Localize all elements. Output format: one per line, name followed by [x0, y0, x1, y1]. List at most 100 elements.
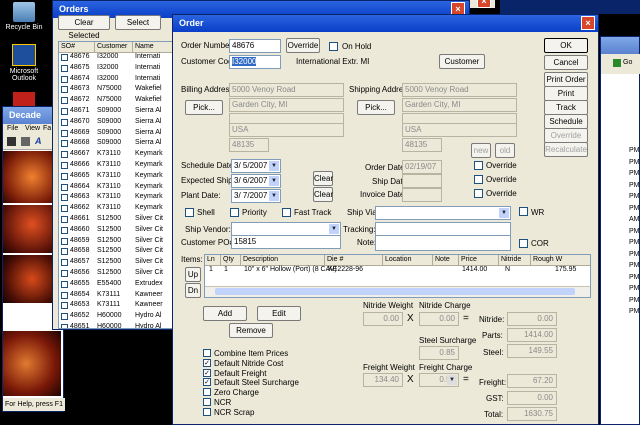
- priority-checkbox[interactable]: [230, 208, 239, 217]
- shell-checkbox[interactable]: [185, 208, 194, 217]
- note-field[interactable]: [375, 235, 511, 251]
- row-checkbox[interactable]: [61, 129, 68, 137]
- print-order-button[interactable]: Print Order: [544, 72, 588, 87]
- table-row[interactable]: 48668 S09000 Sierra Al: [59, 139, 172, 150]
- shipping-zip[interactable]: 48135: [402, 138, 442, 152]
- option-checkbox[interactable]: [203, 349, 211, 357]
- add-item-button[interactable]: Add: [203, 306, 247, 321]
- total-field[interactable]: 1630.75: [507, 407, 557, 421]
- table-row[interactable]: 48661 S12500 Silver Cit: [59, 215, 172, 226]
- option-checkbox[interactable]: [203, 407, 211, 416]
- nitride-total-field[interactable]: 0.00: [507, 312, 557, 326]
- table-row[interactable]: 48654 K73111 Kawneer: [59, 291, 172, 302]
- gst-field[interactable]: 0.00: [507, 391, 557, 405]
- row-checkbox[interactable]: [61, 259, 68, 267]
- row-checkbox[interactable]: [61, 216, 68, 223]
- parts-field[interactable]: 1414.00: [507, 328, 557, 342]
- row-checkbox[interactable]: [61, 118, 68, 126]
- row-checkbox[interactable]: [61, 140, 68, 148]
- ok-button[interactable]: OK: [544, 38, 588, 53]
- go-button[interactable]: Go: [623, 59, 632, 66]
- shipping-pick-button[interactable]: Pick...: [357, 100, 395, 115]
- col-header-qty[interactable]: Qty: [221, 255, 241, 266]
- edit-item-button[interactable]: Edit: [257, 306, 301, 321]
- schedule-date-picker[interactable]: 3/ 5/2007 ▼: [231, 159, 281, 173]
- row-checkbox[interactable]: [61, 226, 68, 234]
- background-window-titlebar[interactable]: [601, 37, 639, 54]
- table-row[interactable]: 48657 S12500 Silver Cit: [59, 258, 172, 269]
- recalculate-button[interactable]: Recalculate: [544, 142, 588, 157]
- col-header-so[interactable]: SO#: [59, 42, 95, 53]
- row-checkbox[interactable]: [61, 270, 68, 277]
- recycle-bin-desktop-icon[interactable]: Recycle Bin: [2, 2, 46, 31]
- row-checkbox[interactable]: [61, 205, 68, 213]
- col-header-customer[interactable]: Customer: [95, 42, 133, 53]
- table-row[interactable]: 48672 N75000 Wakefiel: [59, 96, 172, 107]
- freight-field[interactable]: 67.20: [507, 374, 557, 388]
- ship-vendor-select[interactable]: ▼: [231, 222, 341, 236]
- option-checkbox[interactable]: ✓: [203, 378, 211, 387]
- row-checkbox[interactable]: [61, 280, 68, 288]
- row-checkbox[interactable]: [61, 324, 68, 328]
- thumbnail-image-4[interactable]: [3, 331, 61, 396]
- col-header-location[interactable]: Location: [383, 255, 433, 266]
- row-checkbox[interactable]: [61, 86, 68, 94]
- row-checkbox[interactable]: [61, 172, 68, 180]
- table-row[interactable]: 48663 K73110 Keymark: [59, 193, 172, 204]
- table-row[interactable]: 48669 S09000 Sierra Al: [59, 129, 172, 140]
- order-number-field[interactable]: 48676: [229, 39, 281, 53]
- clear-plant-date-button[interactable]: Clear: [313, 187, 333, 202]
- chevron-down-icon[interactable]: ▼: [269, 176, 279, 186]
- table-row[interactable]: 48662 K73110 Keymark: [59, 204, 172, 215]
- invoice-date-override-checkbox[interactable]: [474, 189, 483, 198]
- col-header-ln[interactable]: Ln: [205, 255, 221, 266]
- clear-selected-button[interactable]: Clear Selected: [58, 15, 110, 40]
- fast-track-checkbox[interactable]: [282, 208, 291, 217]
- steel-field[interactable]: 149.55: [507, 344, 557, 358]
- new-address-button[interactable]: new: [471, 143, 491, 158]
- row-checkbox[interactable]: [61, 183, 68, 191]
- chevron-down-icon[interactable]: ▼: [269, 161, 279, 171]
- table-row[interactable]: 48655 E55400 Extrudex: [59, 280, 172, 291]
- option-checkbox[interactable]: ✓: [203, 368, 211, 377]
- cor-checkbox[interactable]: [519, 239, 528, 248]
- row-checkbox[interactable]: [61, 302, 68, 310]
- nitride-weight-field[interactable]: 0.00: [363, 312, 403, 326]
- row-checkbox[interactable]: [61, 97, 68, 105]
- row-checkbox[interactable]: [61, 75, 68, 83]
- table-row[interactable]: 48671 S09000 Sierra Al: [59, 107, 172, 118]
- save-icon[interactable]: [21, 137, 30, 146]
- row-checkbox[interactable]: [61, 313, 68, 321]
- col-header-price[interactable]: Price: [459, 255, 499, 266]
- select-button[interactable]: Select: [115, 15, 161, 30]
- table-row[interactable]: 48676 I32000 Internati: [59, 53, 172, 64]
- chevron-down-icon[interactable]: ▼: [499, 208, 509, 218]
- row-checkbox[interactable]: [61, 194, 68, 202]
- col-header-name[interactable]: Name: [133, 42, 172, 53]
- camera-icon[interactable]: [7, 137, 16, 146]
- order-titlebar[interactable]: Order: [173, 15, 598, 32]
- table-row[interactable]: 48653 K73111 Kawneer: [59, 301, 172, 312]
- table-row[interactable]: 48674 I32000 Internati: [59, 75, 172, 86]
- nitride-charge-field[interactable]: 0.00: [419, 312, 459, 326]
- col-header-die[interactable]: Die #: [325, 255, 383, 266]
- row-checkbox[interactable]: [61, 108, 68, 115]
- shipping-line-4[interactable]: USA: [402, 123, 517, 137]
- cancel-button[interactable]: Cancel: [544, 55, 588, 70]
- chevron-down-icon[interactable]: ▼: [329, 224, 339, 234]
- row-checkbox[interactable]: [61, 162, 68, 169]
- chevron-down-icon[interactable]: ▼: [447, 375, 457, 385]
- billing-line-1[interactable]: 5000 Venoy Road: [229, 83, 344, 97]
- option-checkbox[interactable]: ✓: [203, 358, 211, 367]
- table-row[interactable]: 48659 S12500 Silver Cit: [59, 237, 172, 248]
- billing-line-4[interactable]: USA: [229, 123, 344, 137]
- menu-fa[interactable]: Fa: [43, 125, 51, 132]
- expected-ship-picker[interactable]: 3/ 6/2007 ▼: [231, 174, 281, 188]
- billing-zip[interactable]: 48135: [229, 138, 269, 152]
- col-header-note[interactable]: Note: [433, 255, 459, 266]
- order-close-icon[interactable]: ×: [581, 16, 595, 30]
- move-down-button[interactable]: Dn: [185, 283, 201, 298]
- col-header-rough-weight[interactable]: Rough W: [531, 255, 590, 266]
- col-header-nitride[interactable]: Nitride: [499, 255, 531, 266]
- menu-file[interactable]: File: [7, 125, 18, 132]
